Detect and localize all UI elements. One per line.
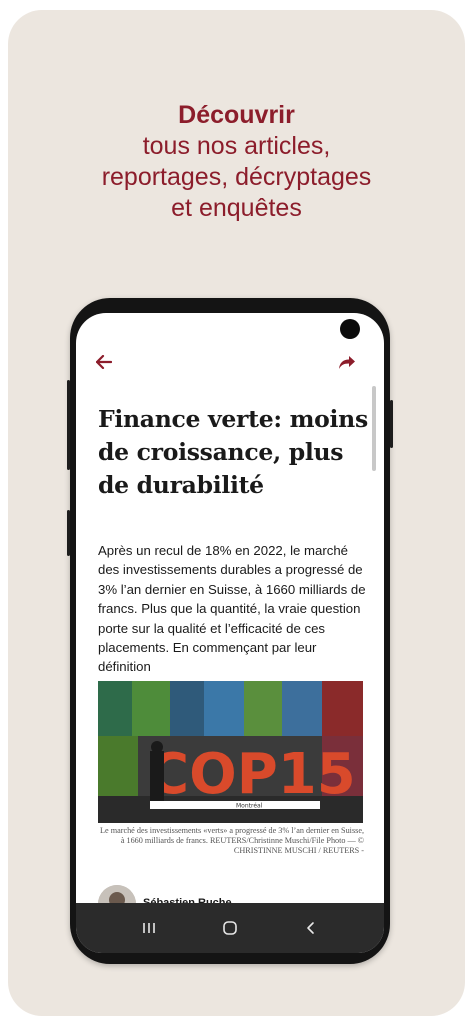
promo-line-1: tous nos articles, xyxy=(142,132,331,160)
promo-line-3: et enquêtes xyxy=(171,194,302,222)
promo-line-2: reportages, décryptages xyxy=(101,163,372,191)
article-photo[interactable]: COP15 Montréal xyxy=(98,681,363,823)
promo-text: Découvrir tous nos articles, reportages,… xyxy=(0,100,473,224)
back-nav-icon[interactable] xyxy=(298,915,324,941)
scrollbar[interactable] xyxy=(372,386,376,471)
bixby-button xyxy=(67,510,70,556)
photo-sign-text: Montréal xyxy=(236,803,263,810)
arrow-left-icon[interactable] xyxy=(89,347,119,377)
recent-apps-icon[interactable] xyxy=(136,915,162,941)
photo-cop-text: COP15 xyxy=(148,742,356,807)
android-nav-bar xyxy=(76,903,384,953)
article-title: Finance verte: moins de croissance, plus… xyxy=(98,405,368,499)
article-toolbar xyxy=(76,313,384,386)
phone-frame: Finance verte: moins de croissance, plus… xyxy=(67,298,393,964)
article-lead: Après un recul de 18% en 2022, le marché… xyxy=(98,543,366,675)
photo-illustration: COP15 Montréal xyxy=(98,681,363,823)
power-button xyxy=(390,400,393,448)
phone-screen: Finance verte: moins de croissance, plus… xyxy=(76,313,384,953)
promo-headline: Découvrir xyxy=(178,101,295,129)
photo-caption: Le marché des investissements «verts» a … xyxy=(100,826,364,855)
home-icon[interactable] xyxy=(217,915,243,941)
share-icon[interactable] xyxy=(332,347,362,377)
volume-button xyxy=(67,380,70,470)
